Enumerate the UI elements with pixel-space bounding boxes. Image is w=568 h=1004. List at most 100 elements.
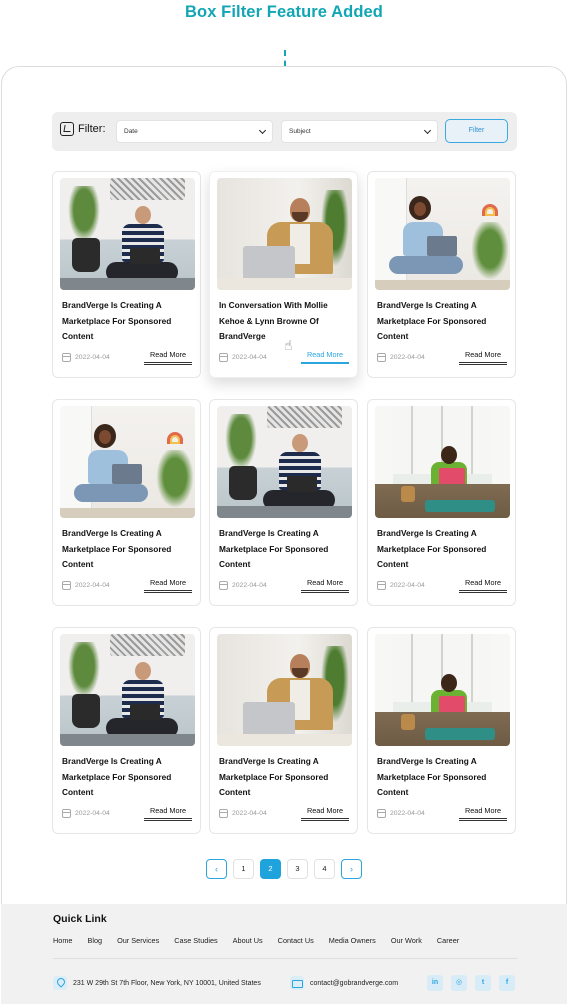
card-title[interactable]: BrandVerge Is Creating A Marketplace For… (377, 754, 509, 801)
blog-card[interactable]: BrandVerge Is Creating A Marketplace For… (52, 627, 201, 834)
calendar-icon (377, 809, 386, 818)
page-2-button-current[interactable]: 2 (260, 859, 281, 879)
footer-link-contact-us[interactable]: Contact Us (278, 936, 314, 945)
card-image-woman-window[interactable] (375, 634, 510, 746)
footer-link-blog[interactable]: Blog (87, 936, 102, 945)
read-more-link[interactable]: Read More (459, 578, 507, 593)
blog-card[interactable]: BrandVerge Is Creating A Marketplace For… (209, 627, 358, 834)
card-image-bearded-man-laptop[interactable] (217, 634, 352, 746)
card-title[interactable]: BrandVerge Is Creating A Marketplace For… (219, 526, 351, 573)
read-more-link[interactable]: Read More (144, 578, 192, 593)
card-date-group: 2022-04-04 (377, 581, 425, 590)
location-pin-icon (53, 976, 67, 990)
card-title[interactable]: BrandVerge Is Creating A Marketplace For… (377, 298, 509, 345)
date-select[interactable]: Date (116, 120, 273, 143)
chevron-down-icon (258, 126, 267, 135)
footer-link-our-services[interactable]: Our Services (117, 936, 159, 945)
twitter-icon[interactable]: t (475, 975, 491, 991)
instagram-icon[interactable]: ◎ (451, 975, 467, 991)
footer-email[interactable]: contact@gobrandverge.com (290, 976, 398, 990)
card-title[interactable]: BrandVerge Is Creating A Marketplace For… (219, 754, 351, 801)
footer-link-home[interactable]: Home (53, 936, 72, 945)
read-more-label: Read More (306, 350, 344, 359)
read-more-underline (301, 362, 349, 365)
card-date-group: 2022-04-04 (219, 353, 267, 362)
read-more-link[interactable]: Read More (459, 350, 507, 365)
card-title[interactable]: BrandVerge Is Creating A Marketplace For… (62, 526, 194, 573)
filter-bar: Filter: Date Subject Filter (52, 112, 517, 151)
calendar-icon (62, 809, 71, 818)
read-more-link[interactable]: Read More (144, 350, 192, 365)
filter-button[interactable]: Filter (445, 119, 508, 143)
calendar-icon (62, 581, 71, 590)
date-select-value: Date (124, 128, 138, 135)
card-date: 2022-04-04 (232, 354, 267, 361)
card-date-group: 2022-04-04 (219, 809, 267, 818)
card-image-man-striped-shirt[interactable] (60, 178, 195, 290)
page-1-button[interactable]: 1 (233, 859, 254, 879)
chevron-right-icon[interactable]: › (341, 859, 362, 879)
card-image-woman-laptop[interactable] (375, 178, 510, 290)
card-date: 2022-04-04 (75, 354, 110, 361)
card-date-group: 2022-04-04 (377, 809, 425, 818)
read-more-label: Read More (306, 578, 344, 587)
read-more-link[interactable]: Read More (301, 578, 349, 593)
card-date: 2022-04-04 (75, 582, 110, 589)
read-more-link[interactable]: Read More (301, 350, 349, 365)
social-links: in ◎ t f (427, 975, 515, 991)
card-date: 2022-04-04 (390, 810, 425, 817)
read-more-underline (459, 590, 507, 593)
page-4-button[interactable]: 4 (314, 859, 335, 879)
calendar-icon (377, 353, 386, 362)
blog-card[interactable]: BrandVerge Is Creating A Marketplace For… (52, 399, 201, 606)
read-more-underline (459, 362, 507, 365)
card-title[interactable]: BrandVerge Is Creating A Marketplace For… (377, 526, 509, 573)
subject-select[interactable]: Subject (281, 120, 438, 143)
blog-card[interactable]: BrandVerge Is Creating A Marketplace For… (367, 171, 516, 378)
page-3-button[interactable]: 3 (287, 859, 308, 879)
calendar-icon (62, 353, 71, 362)
read-more-label: Read More (149, 350, 187, 359)
read-more-underline (301, 818, 349, 821)
card-title[interactable]: BrandVerge Is Creating A Marketplace For… (62, 754, 194, 801)
chevron-left-icon[interactable]: ‹ (206, 859, 227, 879)
card-date-group: 2022-04-04 (62, 809, 110, 818)
read-more-link[interactable]: Read More (301, 806, 349, 821)
card-image-woman-window[interactable] (375, 406, 510, 518)
footer-link-career[interactable]: Career (437, 936, 459, 945)
card-date: 2022-04-04 (232, 810, 267, 817)
blog-card[interactable]: BrandVerge Is Creating A Marketplace For… (209, 399, 358, 606)
card-date: 2022-04-04 (75, 810, 110, 817)
filter-label-group: Filter: (60, 122, 106, 136)
read-more-link[interactable]: Read More (144, 806, 192, 821)
blog-card[interactable]: BrandVerge Is Creating A Marketplace For… (367, 399, 516, 606)
read-more-label: Read More (464, 806, 502, 815)
email-text[interactable]: contact@gobrandverge.com (310, 980, 398, 987)
card-image-man-striped-shirt[interactable] (60, 634, 195, 746)
card-date: 2022-04-04 (390, 582, 425, 589)
footer-link-about-us[interactable]: About Us (233, 936, 263, 945)
facebook-icon[interactable]: f (499, 975, 515, 991)
blog-card-hovered[interactable]: In Conversation With Mollie Kehoe & Lynn… (209, 171, 358, 378)
card-date: 2022-04-04 (390, 354, 425, 361)
footer-link-case-studies[interactable]: Case Studies (174, 936, 217, 945)
footer-link-our-work[interactable]: Our Work (391, 936, 422, 945)
read-more-label: Read More (149, 578, 187, 587)
footer-link-media-owners[interactable]: Media Owners (329, 936, 376, 945)
read-more-label: Read More (464, 578, 502, 587)
address-text: 231 W 29th St 7th Floor, New York, NY 10… (73, 979, 261, 987)
chevron-down-icon (423, 126, 432, 135)
card-image-woman-laptop[interactable] (60, 406, 195, 518)
read-more-label: Read More (306, 806, 344, 815)
read-more-link[interactable]: Read More (459, 806, 507, 821)
read-more-label: Read More (149, 806, 187, 815)
filter-icon (60, 122, 74, 136)
blog-card[interactable]: BrandVerge Is Creating A Marketplace For… (367, 627, 516, 834)
calendar-icon (377, 581, 386, 590)
card-image-man-striped-shirt[interactable] (217, 406, 352, 518)
card-title[interactable]: BrandVerge Is Creating A Marketplace For… (62, 298, 194, 345)
linkedin-icon[interactable]: in (427, 975, 443, 991)
blog-card[interactable]: BrandVerge Is Creating A Marketplace For… (52, 171, 201, 378)
card-image-bearded-man-laptop[interactable] (217, 178, 352, 290)
quick-link-heading: Quick Link (53, 913, 107, 925)
